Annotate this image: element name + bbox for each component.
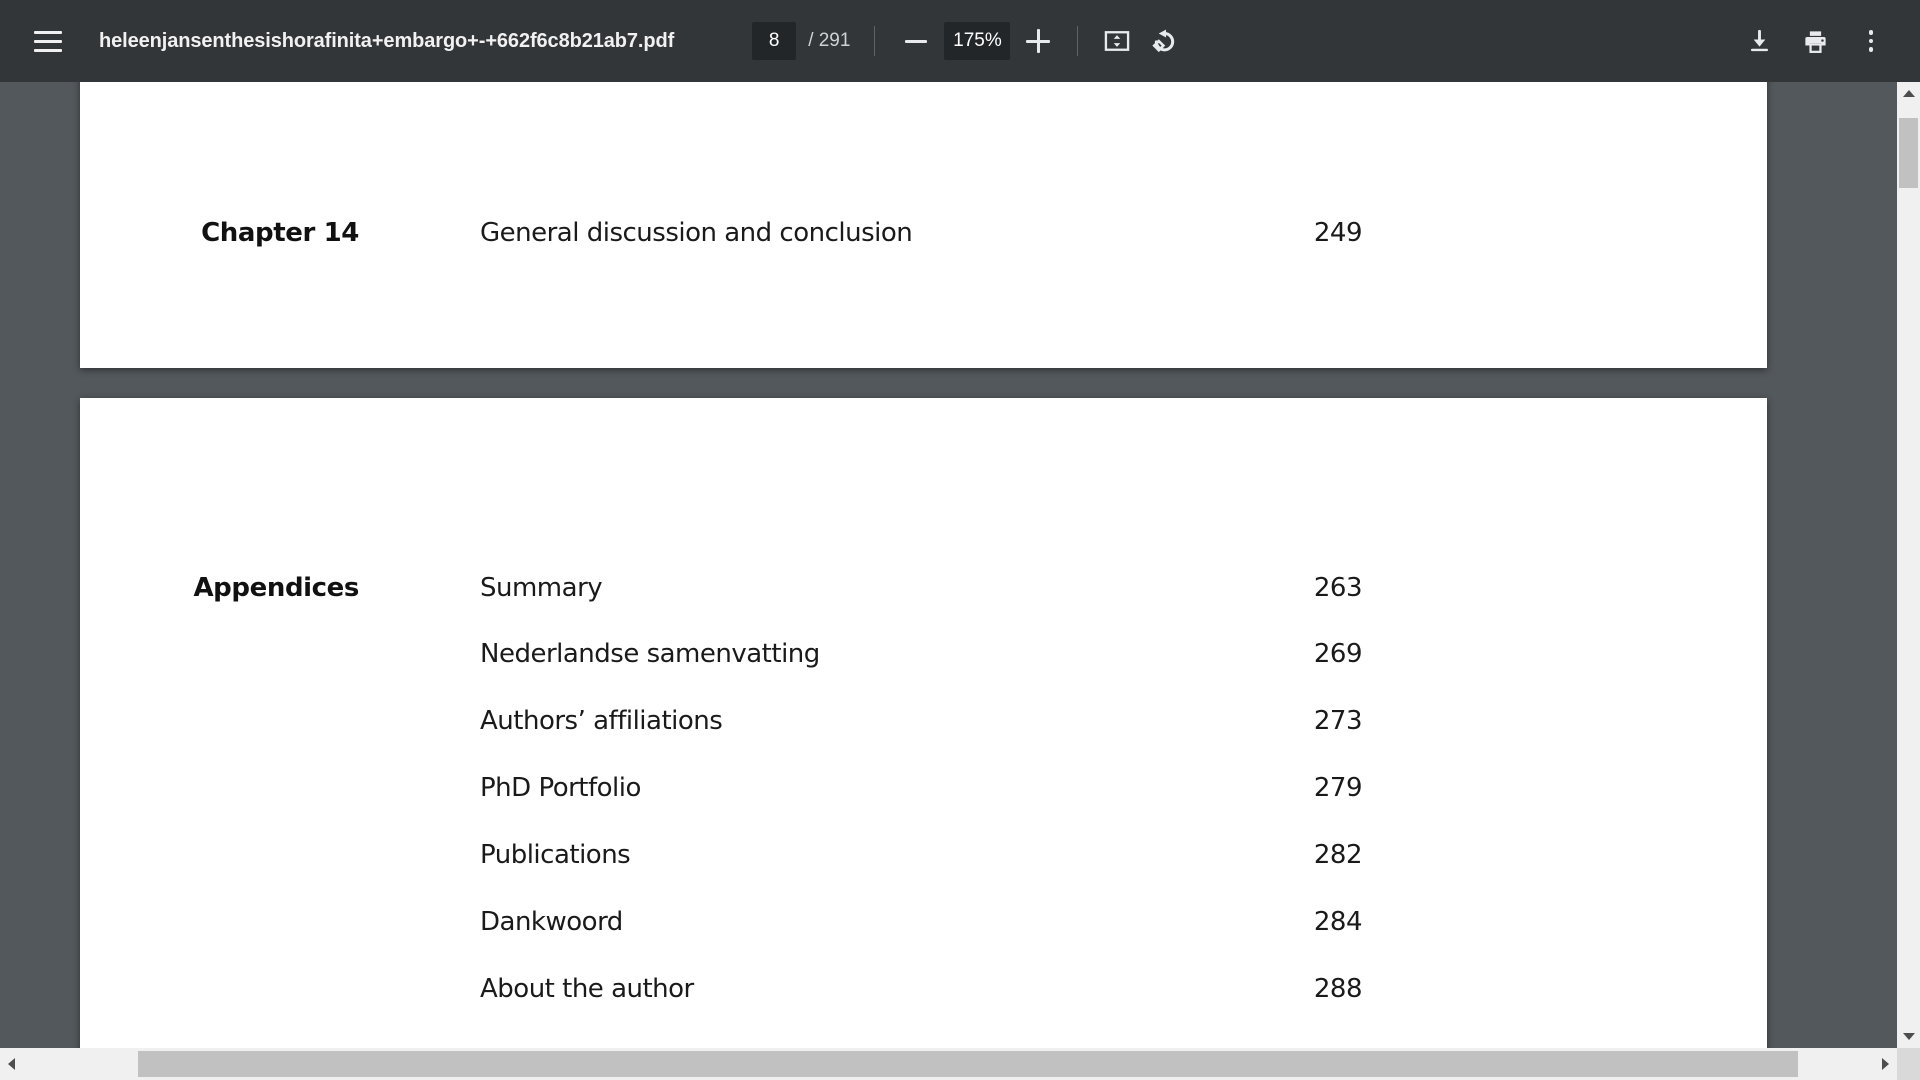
vertical-scrollbar-thumb[interactable] (1899, 118, 1918, 188)
vertical-scrollbar[interactable] (1897, 82, 1920, 1048)
pdf-toolbar: heleenjansenthesishorafinita+embargo+-+6… (0, 0, 1920, 82)
toc-row: Chapter 14 General discussion and conclu… (80, 210, 1767, 256)
toc-entry-title: Summary (480, 573, 603, 603)
toc-row: Dankwoord 284 (80, 899, 1767, 945)
toc-entry-title: Nederlandse samenvatting (480, 639, 820, 669)
toolbar-left-group: heleenjansenthesishorafinita+embargo+-+6… (0, 12, 674, 70)
toc-entry-page: 282 (1313, 840, 1363, 870)
hamburger-line (34, 30, 62, 34)
zoom-out-button[interactable] (893, 18, 939, 64)
horizontal-scrollbar-thumb[interactable] (138, 1051, 1798, 1077)
toc-row: Authors’ affiliations 273 (80, 698, 1767, 744)
toc-entry-page: 269 (1313, 639, 1363, 669)
triangle-up (1902, 90, 1915, 97)
zoom-level-display[interactable]: 175% (944, 22, 1011, 60)
scroll-right-arrow-icon[interactable] (1874, 1048, 1897, 1080)
toc-entry-title: General discussion and conclusion (480, 218, 913, 248)
document-title: heleenjansenthesishorafinita+embargo+-+6… (99, 29, 675, 52)
hamburger-menu-icon[interactable] (19, 12, 77, 70)
toc-entry-title: PhD Portfolio (480, 773, 641, 803)
page-number-input[interactable] (752, 22, 797, 60)
toc-entry-page: 273 (1313, 706, 1363, 736)
scroll-down-arrow-icon[interactable] (1897, 1025, 1920, 1048)
print-icon (1804, 30, 1826, 53)
horizontal-scrollbar[interactable] (0, 1048, 1920, 1080)
kebab-dot (1868, 38, 1874, 44)
document-scroll-area[interactable]: Chapter 14 General discussion and conclu… (0, 82, 1897, 1048)
more-options-button[interactable] (1848, 18, 1894, 64)
plus-icon (1026, 29, 1051, 53)
toolbar-divider-2 (1077, 26, 1079, 56)
rotate-counterclockwise-icon (1152, 29, 1175, 53)
download-icon (1750, 29, 1768, 51)
zoom-in-button[interactable] (1015, 18, 1061, 64)
kebab-dot (1868, 30, 1874, 35)
scroll-up-arrow-icon[interactable] (1897, 82, 1920, 105)
fit-to-page-icon (1105, 31, 1130, 51)
triangle-left (8, 1058, 15, 1070)
toc-row: Nederlandse samenvatting 269 (80, 631, 1767, 677)
toc-row: Appendices Summary 263 (80, 565, 1767, 611)
toc-entry-page: 249 (1313, 218, 1363, 248)
triangle-right (1882, 1058, 1889, 1070)
toolbar-center-group: / 291 175% (752, 18, 1186, 64)
toc-row: Publications 282 (80, 832, 1767, 878)
toc-entry-label: Appendices (193, 573, 359, 603)
print-button[interactable] (1792, 18, 1838, 64)
minus-icon (905, 39, 928, 43)
toc-entry-label: Chapter 14 (201, 218, 359, 248)
pdf-page-previous: Chapter 14 General discussion and conclu… (80, 82, 1767, 368)
more-options-kebab-icon (1868, 30, 1874, 52)
toc-row: About the author 288 (80, 966, 1767, 1012)
page-count-label: / 291 (808, 30, 851, 51)
pdf-viewer: heleenjansenthesishorafinita+embargo+-+6… (0, 0, 1920, 1080)
toc-entry-title: Publications (480, 840, 631, 870)
rotate-button[interactable] (1140, 18, 1186, 64)
toolbar-right-group (1736, 18, 1920, 64)
toc-entry-title: About the author (480, 974, 694, 1004)
download-button[interactable] (1736, 18, 1782, 64)
toc-entry-page: 284 (1313, 907, 1363, 937)
hamburger-line (34, 39, 62, 43)
scrollbar-corner (1897, 1048, 1920, 1080)
toc-entry-title: Dankwoord (480, 907, 623, 937)
triangle-down (1902, 1033, 1915, 1040)
toc-entry-title: Authors’ affiliations (480, 706, 723, 736)
toolbar-divider (874, 26, 876, 56)
toc-entry-page: 288 (1313, 974, 1363, 1004)
fit-to-page-button[interactable] (1094, 18, 1140, 64)
hamburger-line (34, 48, 62, 52)
toc-entry-page: 279 (1313, 773, 1363, 803)
kebab-dot (1868, 47, 1874, 52)
pdf-page-current: Appendices Summary 263 Nederlandse samen… (80, 398, 1767, 1048)
toc-row: PhD Portfolio 279 (80, 765, 1767, 811)
toc-entry-page: 263 (1313, 573, 1363, 603)
scroll-left-arrow-icon[interactable] (0, 1048, 23, 1080)
